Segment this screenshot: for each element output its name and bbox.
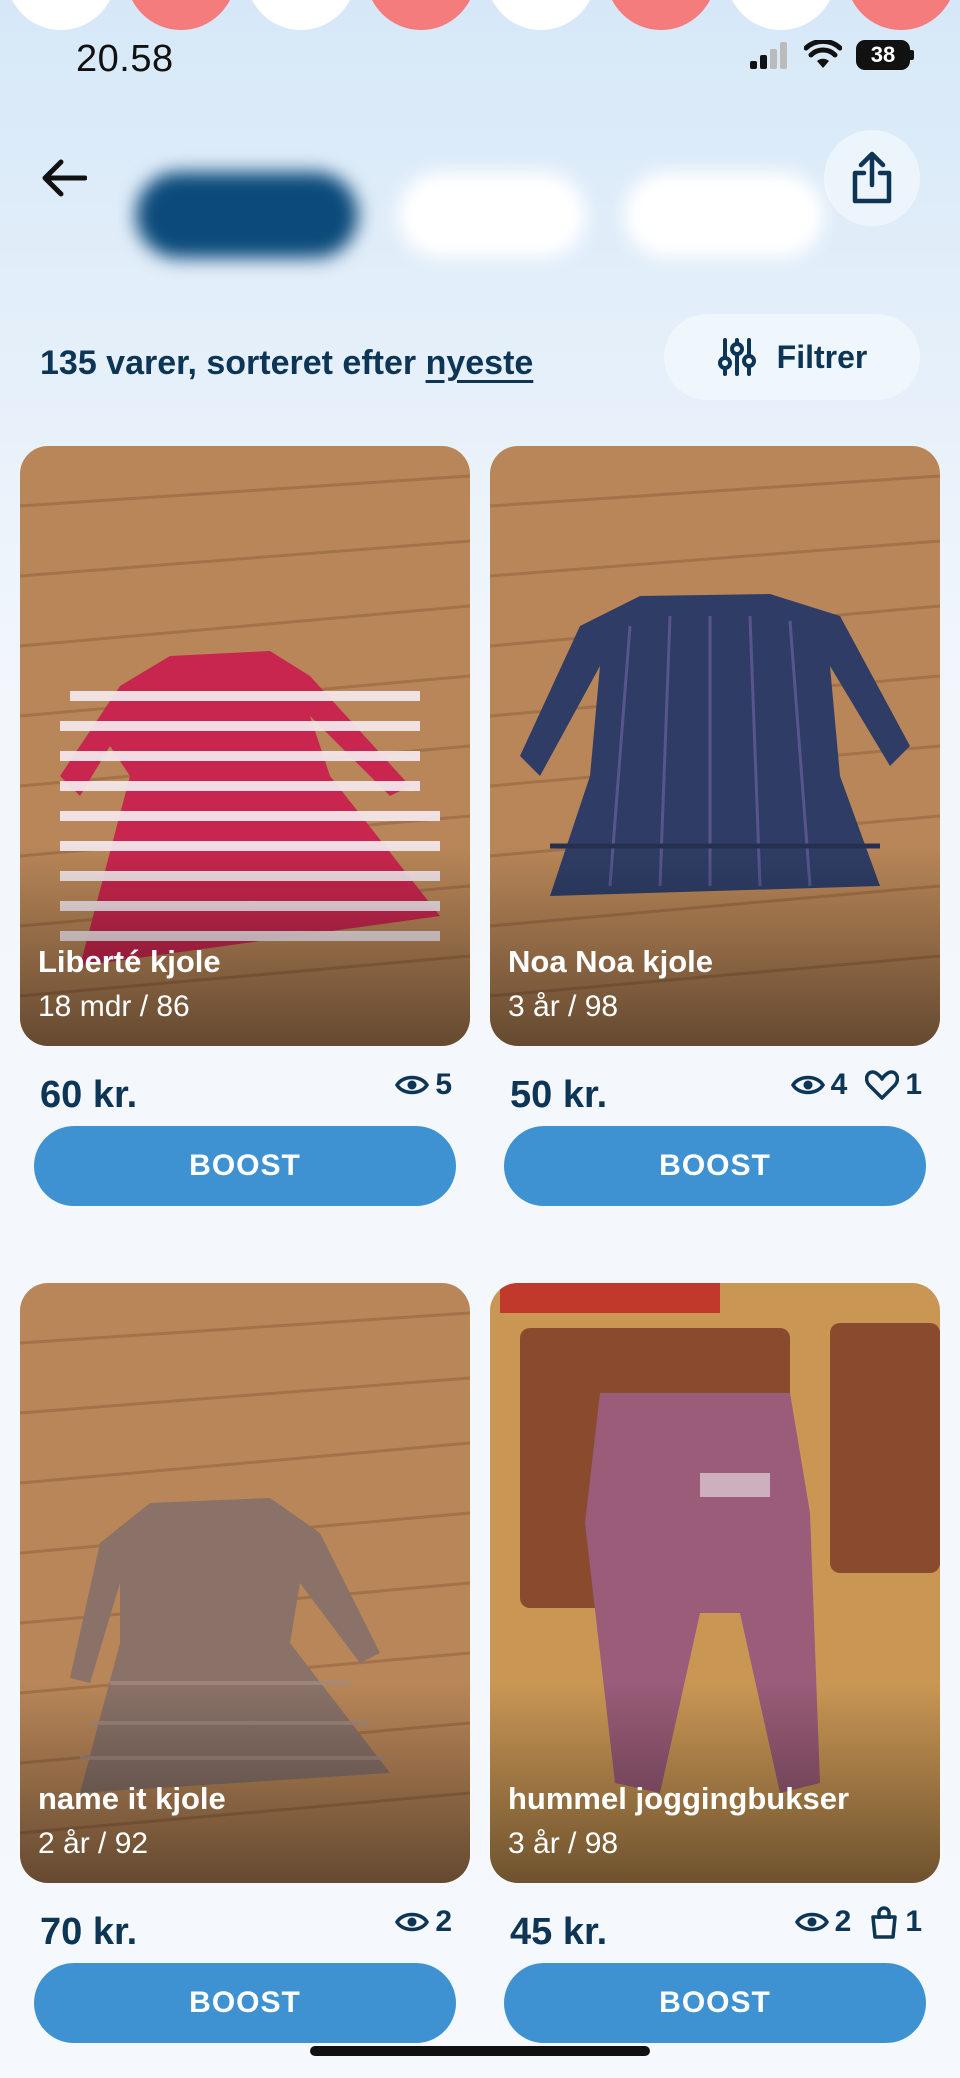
views-count: 2 (834, 1905, 852, 1938)
battery-icon: 38 (856, 40, 914, 70)
views-count: 5 (435, 1068, 452, 1101)
tab-3[interactable] (624, 172, 824, 258)
signal-icon (750, 42, 787, 69)
product-title: hummel joggingbukser (508, 1781, 850, 1816)
product-title: Liberté kjole (38, 944, 221, 979)
product-image[interactable]: hummel joggingbukser 3 år / 98 (490, 1283, 940, 1883)
product-title: Noa Noa kjole (508, 944, 713, 979)
product-price: 45 kr. (510, 1911, 608, 1953)
product-size: 3 år / 98 (508, 1827, 619, 1860)
product-stats: 2 1 (794, 1905, 922, 1939)
boost-button[interactable]: BOOST (34, 1963, 456, 2043)
product-price: 70 kr. (40, 1911, 138, 1953)
product-card[interactable]: name it kjole 2 år / 92 70 kr. 2 BOOST (20, 1283, 470, 2043)
tab-selected[interactable] (136, 172, 358, 258)
product-card[interactable]: hummel joggingbukser 3 år / 98 45 kr. 2 … (490, 1283, 940, 2043)
result-summary: 135 varer, sorteret efter nyeste (40, 344, 533, 383)
product-size: 18 mdr / 86 (38, 990, 190, 1023)
product-card[interactable]: Liberté kjole 18 mdr / 86 60 kr. 5 BOOST (20, 446, 470, 1206)
share-button[interactable] (824, 130, 920, 226)
filter-sliders-icon (717, 338, 756, 376)
product-size: 2 år / 92 (38, 1827, 149, 1860)
likes-count: 1 (905, 1068, 922, 1101)
tab-2[interactable] (398, 172, 586, 258)
home-indicator[interactable] (310, 2046, 650, 2056)
views-count: 2 (435, 1905, 452, 1938)
shopping-bag-icon (871, 1906, 898, 1939)
share-icon (852, 151, 892, 204)
boost-button[interactable]: BOOST (504, 1963, 926, 2043)
filter-label: Filtrer (776, 338, 868, 375)
back-button[interactable] (36, 150, 92, 206)
boost-button[interactable]: BOOST (34, 1126, 456, 1206)
product-stats: 4 1 (790, 1068, 922, 1102)
bag-count: 1 (905, 1905, 922, 1938)
eye-icon (790, 1075, 825, 1095)
product-title: name it kjole (38, 1781, 226, 1816)
eye-icon (395, 1075, 430, 1095)
product-stats: 2 (395, 1905, 452, 1939)
views-count: 4 (830, 1068, 848, 1101)
product-image[interactable]: name it kjole 2 år / 92 (20, 1283, 470, 1883)
wifi-icon (804, 40, 842, 68)
boost-button[interactable]: BOOST (504, 1126, 926, 1206)
status-icons: 38 (750, 40, 914, 70)
heart-icon (865, 1070, 900, 1100)
status-time: 20.58 (76, 38, 174, 80)
product-price: 50 kr. (510, 1074, 608, 1116)
product-size: 3 år / 98 (508, 990, 619, 1023)
battery-level: 38 (856, 40, 910, 70)
product-stats: 5 (395, 1068, 452, 1102)
eye-icon (395, 1912, 430, 1932)
back-arrow-icon (42, 159, 87, 197)
filter-button[interactable]: Filtrer (664, 314, 920, 400)
product-card[interactable]: Noa Noa kjole 3 år / 98 50 kr. 4 1 BOOST (490, 446, 940, 1206)
product-image[interactable]: Liberté kjole 18 mdr / 86 (20, 446, 470, 1046)
eye-icon (794, 1912, 829, 1932)
sort-link[interactable]: nyeste (426, 344, 534, 382)
result-count-text: 135 varer, sorteret efter (40, 344, 426, 382)
product-image[interactable]: Noa Noa kjole 3 år / 98 (490, 446, 940, 1046)
product-price: 60 kr. (40, 1074, 138, 1116)
